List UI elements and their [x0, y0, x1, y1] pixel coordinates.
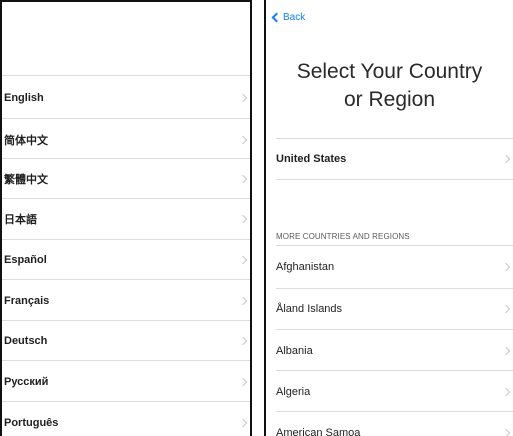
- chevron-right-icon: [501, 428, 511, 436]
- language-label: Русский: [4, 375, 49, 388]
- page-title-line: or Region: [343, 88, 436, 111]
- language-screen: English 简体中文 繁體中文 日本語 Español Français D…: [0, 0, 252, 436]
- page-title: Select Your Country or Region: [266, 58, 513, 114]
- language-label: Deutsch: [4, 334, 48, 347]
- back-button[interactable]: Back: [270, 12, 305, 23]
- chevron-right-icon: [238, 418, 248, 427]
- chevron-right-icon: [501, 346, 511, 355]
- language-row-german[interactable]: Deutsch: [2, 320, 250, 361]
- language-row-english[interactable]: English: [2, 77, 250, 118]
- country-row[interactable]: Åland Islands: [266, 288, 513, 329]
- chevron-right-icon: [238, 174, 248, 183]
- page-title-line: Select Your Country: [296, 60, 483, 83]
- language-label: Português: [4, 416, 59, 429]
- country-row-suggested[interactable]: United States: [266, 138, 513, 179]
- country-label: Åland Islands: [276, 302, 343, 315]
- country-row[interactable]: American Samoa: [266, 412, 513, 436]
- language-row-portuguese[interactable]: Português: [2, 402, 250, 436]
- chevron-right-icon: [238, 93, 248, 102]
- chevron-right-icon: [501, 387, 511, 396]
- chevron-right-icon: [501, 154, 511, 163]
- language-row-traditional-chinese[interactable]: 繁體中文: [2, 158, 250, 199]
- chevron-right-icon: [238, 214, 248, 223]
- language-label: 繁體中文: [4, 173, 48, 186]
- language-row-russian[interactable]: Русский: [2, 361, 250, 402]
- language-row-japanese[interactable]: 日本語: [2, 198, 250, 239]
- country-label: Albania: [276, 344, 313, 357]
- language-row-spanish[interactable]: Español: [2, 239, 250, 280]
- language-label: 简体中文: [4, 134, 48, 147]
- language-label: English: [4, 91, 44, 104]
- country-label: American Samoa: [276, 426, 361, 436]
- separator: [2, 75, 250, 76]
- language-label: Español: [4, 253, 47, 266]
- chevron-right-icon: [501, 304, 511, 313]
- country-row[interactable]: Afghanistan: [266, 246, 513, 287]
- country-label: United States: [276, 152, 347, 165]
- chevron-left-icon: [271, 12, 282, 23]
- chevron-right-icon: [501, 262, 511, 271]
- language-row-french[interactable]: Français: [2, 280, 250, 321]
- language-label: 日本語: [4, 213, 37, 226]
- separator: [276, 179, 513, 180]
- chevron-right-icon: [238, 135, 248, 144]
- region-screen: Back Select Your Country or Region Unite…: [264, 0, 513, 436]
- country-row[interactable]: Algeria: [266, 371, 513, 412]
- country-label: Afghanistan: [276, 260, 335, 273]
- chevron-right-icon: [238, 377, 248, 386]
- back-label: Back: [283, 12, 306, 23]
- chevron-right-icon: [238, 336, 248, 345]
- chevron-right-icon: [238, 296, 248, 305]
- language-label: Français: [4, 294, 50, 307]
- section-header: MORE COUNTRIES AND REGIONS: [276, 232, 410, 241]
- country-label: Algeria: [276, 385, 311, 398]
- language-row-simplified-chinese[interactable]: 简体中文: [2, 119, 250, 160]
- country-row[interactable]: Albania: [266, 330, 513, 371]
- chevron-right-icon: [238, 255, 248, 264]
